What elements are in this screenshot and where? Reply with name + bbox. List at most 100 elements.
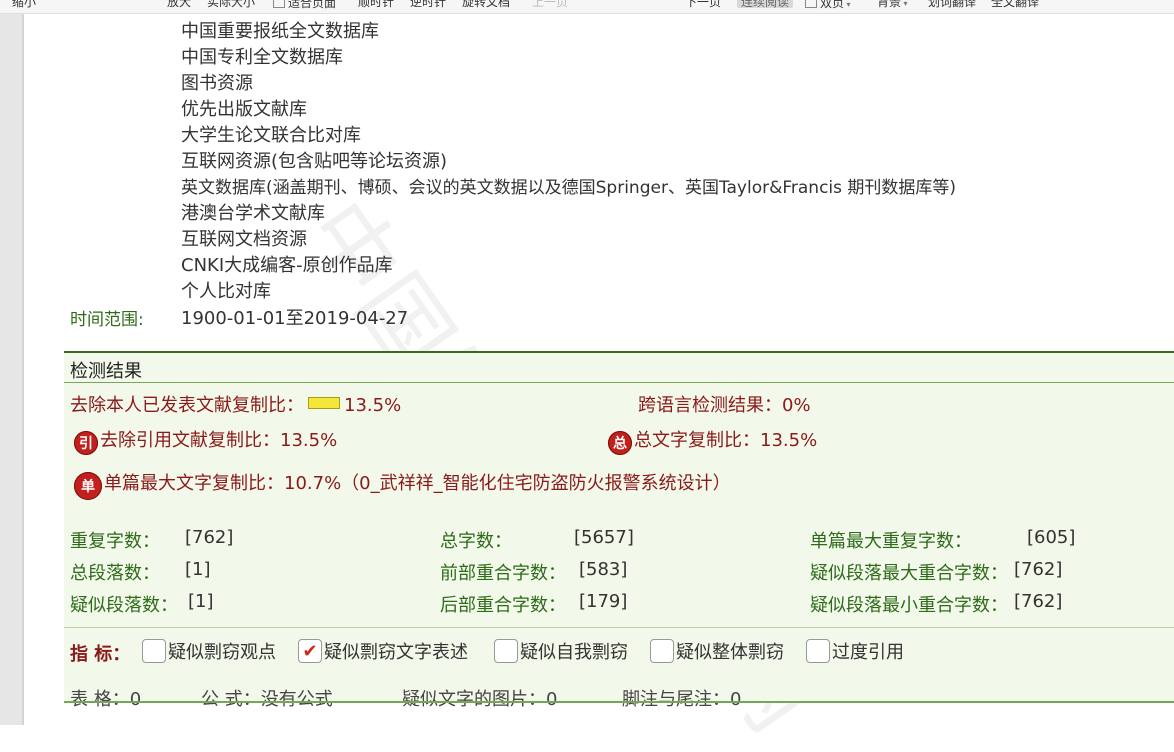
zoom-out-button[interactable]: 缩小 bbox=[12, 0, 36, 8]
divider bbox=[64, 627, 1174, 628]
database-item: 图书资源 bbox=[181, 73, 253, 94]
background-button[interactable]: 背景 ▾ bbox=[877, 0, 908, 10]
background-label: 背景 bbox=[877, 0, 902, 9]
fit-page-button[interactable]: 适合页面 bbox=[273, 0, 336, 9]
database-item: 互联网文档资源 bbox=[181, 229, 307, 250]
divider bbox=[64, 351, 1174, 353]
divider bbox=[64, 701, 1174, 703]
footnote-count: 脚注与尾注：0 bbox=[622, 689, 742, 710]
double-page-label: 双页 bbox=[820, 0, 845, 10]
time-range-label: 时间范围: bbox=[70, 310, 144, 330]
indicator-checkbox-excessive-citation[interactable]: 过度引用 bbox=[806, 638, 904, 664]
stat-label: 疑似段落数： bbox=[70, 595, 178, 616]
document-page: 中国知 网 中国重要报纸全文数据库 中国专利全文数据库 图书资源 优先出版文献库… bbox=[26, 13, 1174, 750]
indicator-checkbox-plagiarized-wording[interactable]: ✔ 疑似剽窃文字表述 bbox=[298, 638, 468, 664]
stat-label: 前部重合字数： bbox=[440, 563, 566, 584]
stat-label: 总字数： bbox=[440, 531, 512, 552]
stat-value: [5657] bbox=[574, 527, 634, 548]
single-max-value: 10.7%（0_武祥祥_智能化住宅防盗防火报警系统设计） bbox=[284, 473, 731, 494]
zoom-in-button[interactable]: 放大 bbox=[167, 0, 191, 8]
exclude-citation-ratio: 引去除引用文献复制比：13.5% bbox=[74, 426, 337, 455]
rotate-doc-button[interactable]: 旋转文档 bbox=[462, 0, 510, 8]
stat-label: 疑似段落最小重合字数： bbox=[810, 595, 1008, 616]
stat-value: [762] bbox=[1014, 559, 1063, 580]
formula-info: 公 式：没有公式 bbox=[201, 689, 333, 710]
stat-label: 总段落数： bbox=[70, 563, 160, 584]
database-item: 英文数据库(涵盖期刊、博硕、会议的英文数据以及德国Springer、英国Tayl… bbox=[181, 178, 957, 198]
rotate-cw-button[interactable]: 顺时针 bbox=[358, 0, 394, 8]
stat-label: 疑似段落最大重合字数： bbox=[810, 563, 1008, 584]
cross-language-result: 跨语言检测结果：0% bbox=[638, 391, 811, 417]
stat-value: [762] bbox=[1014, 591, 1063, 612]
indicator-text: 过度引用 bbox=[832, 642, 904, 663]
single-badge-icon: 单 bbox=[74, 472, 102, 500]
continuous-read-button[interactable]: 连续阅读 bbox=[737, 0, 794, 8]
fit-page-icon bbox=[273, 0, 285, 8]
exclude-self-label: 去除本人已发表文献复制比： bbox=[70, 395, 304, 416]
stat-label: 重复字数： bbox=[70, 531, 160, 552]
exclude-self-value: 13.5% bbox=[344, 395, 402, 416]
database-item: 中国专利全文数据库 bbox=[181, 47, 343, 68]
left-margin-gutter bbox=[0, 0, 24, 725]
database-item: 互联网资源(包含贴吧等论坛资源) bbox=[181, 151, 448, 172]
checkmark-icon[interactable]: ✔ bbox=[298, 639, 322, 663]
chevron-down-icon: ▾ bbox=[844, 0, 851, 9]
double-page-button[interactable]: 双页 ▾ bbox=[805, 0, 851, 11]
single-max-label: 单篇最大文字复制比： bbox=[104, 473, 284, 494]
exclude-self-ratio: 去除本人已发表文献复制比： 13.5% bbox=[70, 391, 401, 417]
cross-language-value: 0% bbox=[782, 395, 811, 416]
prev-page-button[interactable]: 上一页 bbox=[532, 0, 568, 8]
stat-value: [583] bbox=[579, 559, 628, 580]
stat-value: [1] bbox=[185, 559, 211, 580]
checkbox-icon[interactable] bbox=[650, 639, 674, 663]
indicator-text: 疑似自我剽窃 bbox=[520, 642, 628, 663]
single-max-ratio: 单单篇最大文字复制比：10.7%（0_武祥祥_智能化住宅防盗防火报警系统设计） bbox=[74, 469, 731, 500]
divider bbox=[64, 382, 1174, 383]
database-item: 大学生论文联合比对库 bbox=[181, 125, 361, 146]
checkbox-icon[interactable] bbox=[142, 639, 166, 663]
reader-toolbar: 缩小 放大 实际大小 适合页面 顺时针 逆时针 旋转文档 上一页 下一页 连续阅… bbox=[0, 0, 1174, 14]
actual-size-button[interactable]: 实际大小 bbox=[207, 0, 255, 8]
full-translate-button[interactable]: 全文翻译 bbox=[991, 0, 1039, 8]
indicator-checkbox-overall-plagiarism[interactable]: 疑似整体剽窃 bbox=[650, 638, 784, 664]
fit-page-label: 适合页面 bbox=[288, 0, 337, 10]
indicator-checkbox-plagiarized-view[interactable]: 疑似剽窃观点 bbox=[142, 638, 276, 664]
total-copy-ratio: 总总文字复制比：13.5% bbox=[608, 426, 817, 455]
exclude-citation-label: 去除引用文献复制比： bbox=[100, 430, 280, 451]
results-title: 检测结果 bbox=[70, 361, 142, 382]
citation-badge-icon: 引 bbox=[74, 431, 98, 455]
database-item: 港澳台学术文献库 bbox=[181, 203, 325, 224]
stat-value: [762] bbox=[185, 527, 234, 548]
indicator-label: 指 标： bbox=[70, 644, 131, 665]
total-copy-value: 13.5% bbox=[760, 430, 818, 451]
indicator-text: 疑似整体剽窃 bbox=[676, 642, 784, 663]
total-badge-icon: 总 bbox=[608, 431, 632, 455]
checkbox-icon[interactable] bbox=[494, 639, 518, 663]
database-item: 优先出版文献库 bbox=[181, 99, 307, 120]
total-copy-label: 总文字复制比： bbox=[634, 430, 760, 451]
double-page-icon bbox=[805, 0, 817, 8]
exclude-citation-value: 13.5% bbox=[280, 430, 338, 451]
stat-label: 后部重合字数： bbox=[440, 595, 566, 616]
stat-value: [605] bbox=[1027, 527, 1076, 548]
indicator-text: 疑似剽窃观点 bbox=[168, 642, 276, 663]
next-page-button[interactable]: 下一页 bbox=[685, 0, 721, 8]
checkbox-icon[interactable] bbox=[806, 639, 830, 663]
database-item: 中国重要报纸全文数据库 bbox=[181, 21, 379, 42]
stat-value: [179] bbox=[579, 591, 628, 612]
indicator-checkbox-self-plagiarism[interactable]: 疑似自我剽窃 bbox=[494, 638, 628, 664]
database-item: 个人比对库 bbox=[181, 281, 271, 302]
indicator-text: 疑似剽窃文字表述 bbox=[324, 642, 468, 663]
database-item: CNKI大成编客-原创作品库 bbox=[181, 255, 393, 276]
stat-value: [1] bbox=[188, 591, 214, 612]
stat-label: 单篇最大重复字数： bbox=[810, 531, 972, 552]
table-count: 表 格：0 bbox=[70, 689, 142, 710]
chevron-down-icon: ▾ bbox=[901, 0, 908, 8]
word-translate-button[interactable]: 划词翻译 bbox=[928, 0, 976, 8]
cross-language-label: 跨语言检测结果： bbox=[638, 395, 782, 416]
detection-results-panel: 检测结果 去除本人已发表文献复制比： 13.5% 跨语言检测结果：0% 引去除引用… bbox=[64, 351, 1174, 710]
time-range-value: 1900-01-01至2019-04-27 bbox=[181, 308, 409, 329]
similarity-progress-bar bbox=[308, 397, 340, 409]
text-image-count: 疑似文字的图片：0 bbox=[402, 689, 558, 710]
rotate-ccw-button[interactable]: 逆时针 bbox=[410, 0, 446, 8]
